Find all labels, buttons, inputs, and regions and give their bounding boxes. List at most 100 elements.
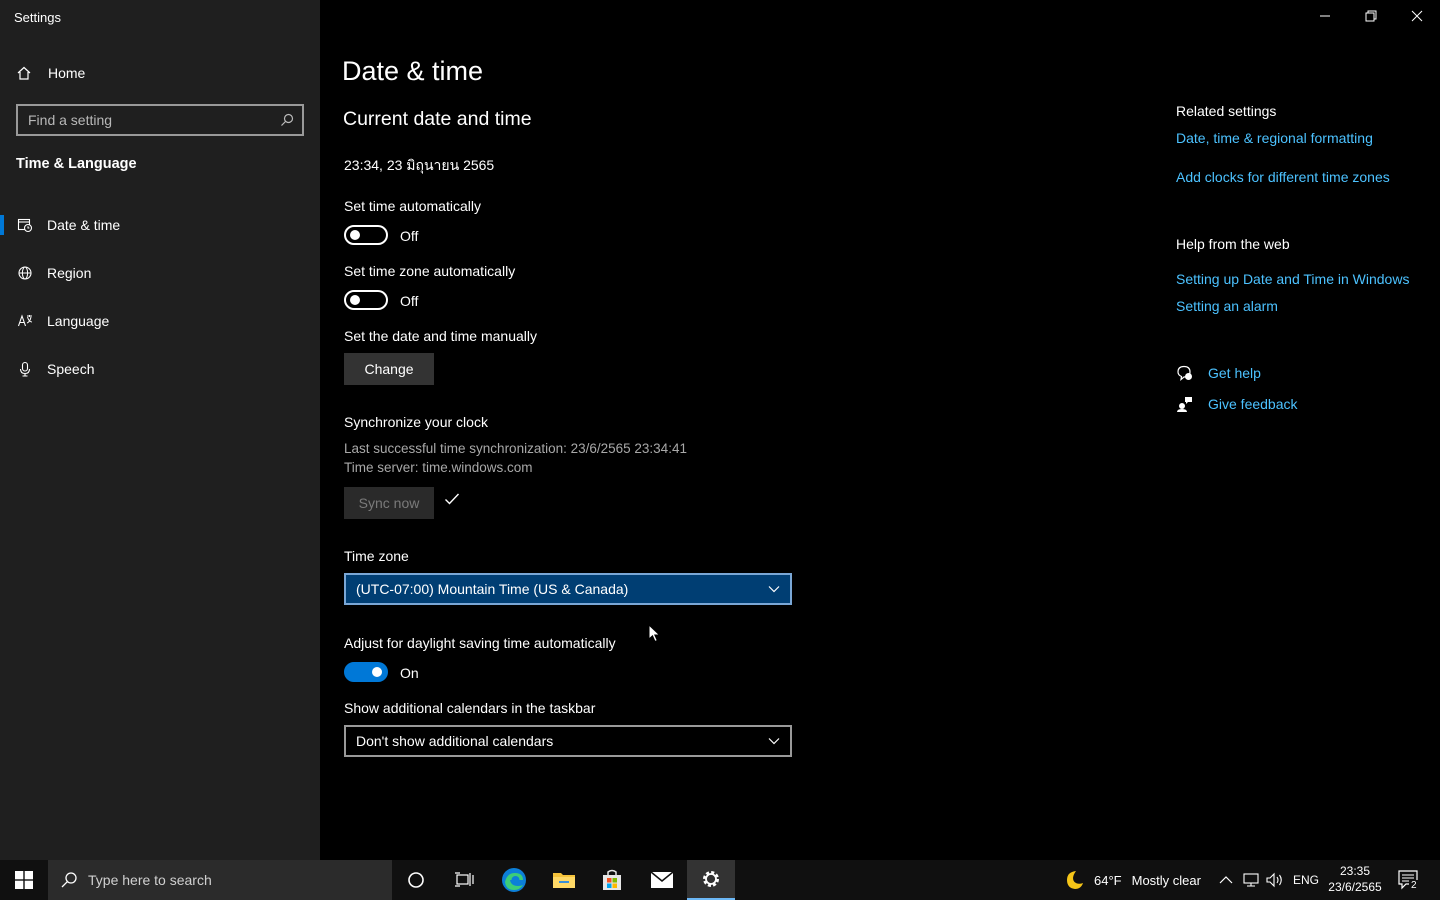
close-icon [1411,10,1423,22]
toggle-knob [350,230,360,240]
minimize-button[interactable] [1302,0,1348,32]
microphone-icon [19,361,31,377]
mouse-cursor-icon [648,624,661,643]
nav-home[interactable]: Home [16,62,85,84]
globe-icon [18,266,32,280]
weather-widget[interactable]: 64°F Mostly clear [1062,860,1201,900]
restore-icon [1365,10,1377,22]
sidebar-item-label: Language [47,313,110,329]
close-button[interactable] [1394,0,1440,32]
dst-state: On [400,665,419,681]
section-label: Time & Language [16,156,137,172]
last-sync-text: Last successful time synchronization: 23… [344,441,687,456]
folder-icon [553,873,575,888]
sidebar-item-label: Region [47,265,92,281]
related-settings-heading: Related settings [1176,103,1277,119]
clock-time: 23:35 [1339,864,1371,878]
sidebar-item-speech[interactable]: Speech [0,351,320,387]
get-help-icon [1177,365,1192,381]
set-timezone-auto-state: Off [400,293,419,309]
dst-toggle[interactable] [344,662,388,682]
taskbar-search-box[interactable]: Type here to search [48,860,392,900]
link-regional-formatting[interactable]: Date, time & regional formatting [1176,130,1373,146]
checkmark-icon [445,493,460,505]
store-icon [603,869,621,890]
show-hidden-icons-button[interactable] [1219,860,1233,900]
calendars-label: Show additional calendars in the taskbar [344,700,596,716]
calendars-value: Don't show additional calendars [356,733,554,749]
task-view-button[interactable] [440,860,488,900]
volume-button[interactable] [1266,860,1284,900]
page-title: Date & time [342,56,484,86]
minimize-icon [1320,15,1330,17]
help-web-heading: Help from the web [1176,236,1290,252]
manual-datetime-label: Set the date and time manually [344,328,538,344]
toggle-knob [350,295,360,305]
set-time-auto-state: Off [400,228,419,244]
home-icon [17,66,31,80]
sync-now-button[interactable]: Sync now [344,487,434,519]
mail-button[interactable] [638,860,686,900]
edge-icon [502,868,526,892]
search-icon[interactable] [280,113,294,127]
windows-logo-icon [15,871,33,889]
toggle-knob [372,667,382,677]
sidebar-item-language[interactable]: Language [0,303,320,339]
sidebar-item-date-time[interactable]: Date & time [0,207,320,243]
link-add-clocks[interactable]: Add clocks for different time zones [1176,169,1390,185]
mail-icon [650,871,674,888]
settings-search-input[interactable] [28,112,280,128]
action-center-button[interactable]: 2 [1398,860,1420,900]
sync-heading: Synchronize your clock [344,414,488,430]
set-timezone-auto-label: Set time zone automatically [344,263,516,279]
sidebar-item-label: Speech [47,361,95,377]
get-help-link[interactable]: Get help [1176,364,1261,382]
settings-search-box[interactable] [16,104,304,136]
store-button[interactable] [588,860,636,900]
sidebar-item-region[interactable]: Region [0,255,320,291]
file-explorer-button[interactable] [540,860,588,900]
input-language[interactable]: ENG [1293,860,1319,900]
chevron-down-icon [768,586,780,593]
nav-home-label: Home [48,65,86,81]
gear-icon [703,871,719,887]
timezone-dropdown[interactable]: (UTC-07:00) Mountain Time (US & Canada) [344,573,792,605]
taskbar-clock[interactable]: 23:35 23/6/2565 [1322,863,1388,895]
link-setting-alarm[interactable]: Setting an alarm [1176,298,1278,314]
set-time-auto-label: Set time automatically [344,198,481,214]
task-view-icon [455,872,474,887]
taskbar: Type here to search 64°F Mostly clear EN… [0,860,1440,900]
restore-button[interactable] [1348,0,1394,32]
sidebar-item-label: Date & time [47,217,121,233]
speaker-icon [1266,872,1282,888]
search-icon [61,872,77,888]
window-title: Settings [14,10,61,25]
timezone-value: (UTC-07:00) Mountain Time (US & Canada) [356,581,629,597]
dst-label: Adjust for daylight saving time automati… [344,635,616,651]
chevron-up-icon [1219,876,1233,884]
set-timezone-auto-toggle[interactable] [344,290,388,310]
calendar-clock-icon [17,218,33,233]
weather-condition: Mostly clear [1131,872,1201,888]
cortana-icon [408,872,424,888]
edge-button[interactable] [490,860,538,900]
give-feedback-icon [1177,397,1192,412]
change-button[interactable]: Change [344,353,434,385]
set-time-auto-toggle[interactable] [344,225,388,245]
language-icon [17,314,33,327]
sidebar: Settings Home Time & Language Date & tim… [0,0,320,860]
start-button[interactable] [0,860,48,900]
chevron-down-icon [768,738,780,745]
network-icon [1243,873,1259,887]
current-datetime: 23:34, 23 มิถุนายน 2565 [344,157,495,173]
network-button[interactable] [1242,860,1260,900]
calendars-dropdown[interactable]: Don't show additional calendars [344,725,792,757]
taskbar-search-placeholder: Type here to search [88,872,212,888]
settings-taskbar-button[interactable] [687,860,735,900]
link-setting-up-date-time[interactable]: Setting up Date and Time in Windows [1176,271,1409,287]
notification-count: 2 [1409,880,1419,891]
cortana-button[interactable] [392,860,440,900]
give-feedback-link[interactable]: Give feedback [1176,395,1298,413]
timezone-label: Time zone [344,548,409,564]
moon-icon [1067,871,1083,889]
